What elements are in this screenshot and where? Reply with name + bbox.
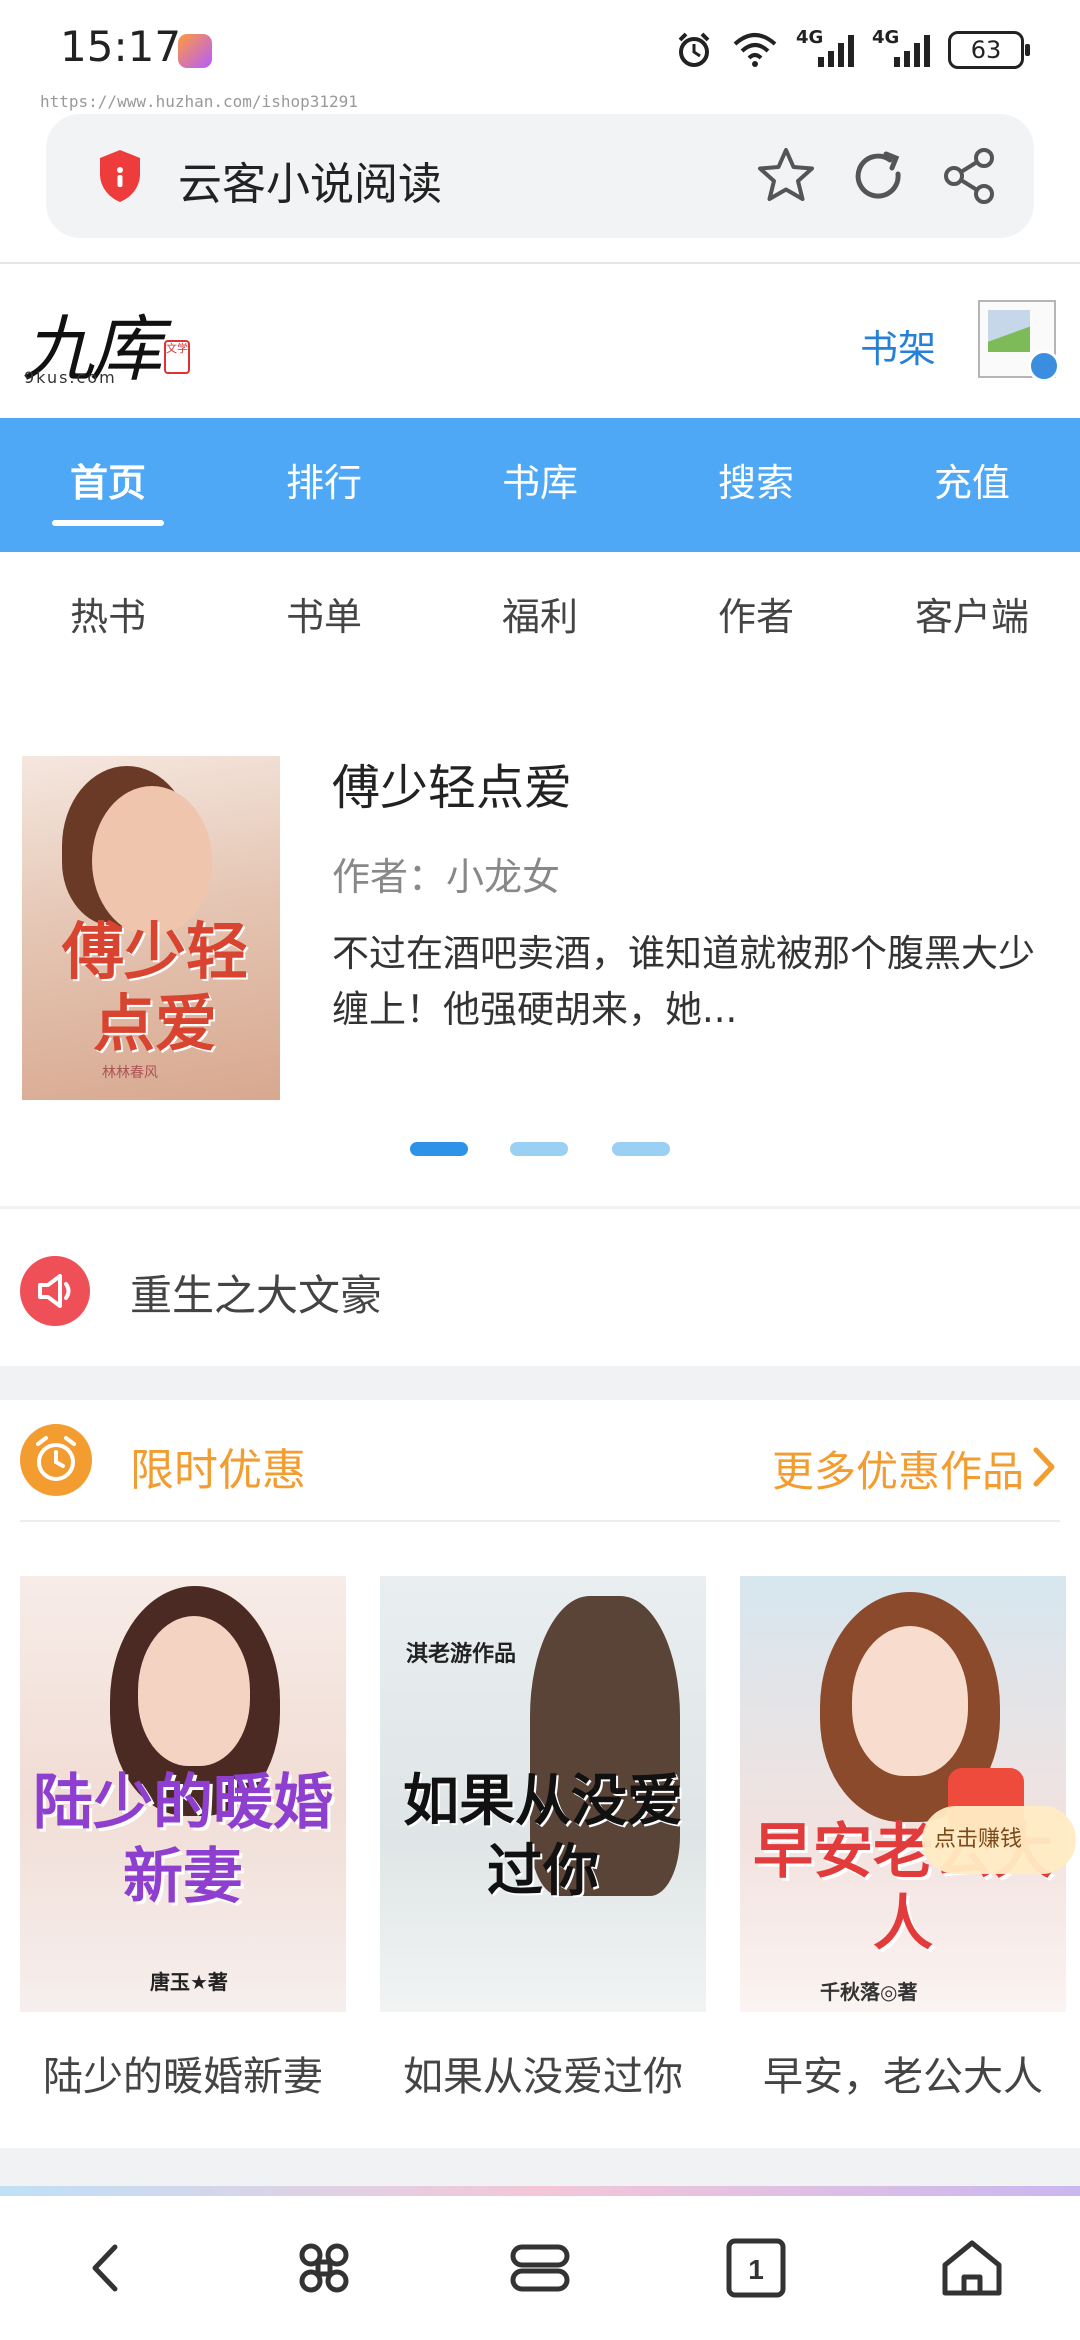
earn-money-badge[interactable]: 点击赚钱 bbox=[922, 1806, 1076, 1874]
star-icon[interactable] bbox=[754, 144, 818, 208]
chevron-right-icon[interactable] bbox=[1026, 1444, 1062, 1490]
browser-toolbar: 1 bbox=[0, 2196, 1080, 2340]
home-button[interactable] bbox=[864, 2196, 1080, 2340]
announcement-text[interactable]: 重生之大文豪 bbox=[130, 1262, 382, 1323]
cover-author: 千秋落◎著 bbox=[820, 1980, 918, 2004]
book-title[interactable]: 傅少轻点爱 bbox=[332, 748, 572, 818]
svg-text:1: 1 bbox=[748, 2254, 764, 2285]
signal-icon: 4G bbox=[872, 27, 930, 67]
back-button[interactable] bbox=[0, 2196, 216, 2340]
logo-seal: 文学 bbox=[164, 340, 190, 374]
book-title[interactable]: 如果从没爱过你 bbox=[380, 2044, 706, 2102]
bookshelf-link[interactable]: 书架 bbox=[860, 318, 936, 373]
cover-title: 傅少轻点爱 bbox=[61, 915, 248, 1060]
main-nav: 首页 排行 书库 搜索 充值 bbox=[0, 418, 1080, 552]
subnav-hot-books[interactable]: 热书 bbox=[0, 552, 216, 684]
cover-art bbox=[852, 1626, 968, 1776]
status-bar: 15:17 4G 4G 63 bbox=[0, 0, 1080, 100]
refresh-icon[interactable] bbox=[846, 144, 910, 208]
book-card[interactable]: 陆少的暖婚新妻 唐玉★著 陆少的暖婚新妻 bbox=[20, 1576, 346, 2102]
subnav-client[interactable]: 客户端 bbox=[864, 552, 1080, 684]
tab-home[interactable]: 首页 bbox=[0, 418, 216, 552]
book-title[interactable]: 陆少的暖婚新妻 bbox=[20, 2044, 346, 2102]
image-placeholder-icon bbox=[988, 310, 1030, 352]
tab-ranking[interactable]: 排行 bbox=[216, 418, 432, 552]
page-title[interactable]: 云客小说阅读 bbox=[178, 148, 442, 212]
book-cover[interactable]: 陆少的暖婚新妻 唐玉★著 bbox=[20, 1576, 346, 2012]
cover-title: 如果从没爱过你 bbox=[403, 1768, 683, 1904]
tab-count-icon[interactable]: 1 bbox=[721, 2233, 791, 2303]
divider bbox=[0, 1366, 1080, 1400]
tabs-button[interactable]: 1 bbox=[648, 2196, 864, 2340]
chevron-left-icon[interactable] bbox=[73, 2233, 143, 2303]
shield-icon[interactable] bbox=[96, 148, 144, 204]
app-notification-icon bbox=[178, 34, 212, 68]
status-icons: 4G 4G 63 bbox=[674, 24, 1030, 76]
more-promos-link[interactable]: 更多优惠作品 bbox=[772, 1438, 1024, 1499]
tab-library[interactable]: 书库 bbox=[432, 418, 648, 552]
carousel-indicator bbox=[0, 1142, 1080, 1158]
wifi-icon bbox=[733, 33, 777, 67]
book-cover[interactable]: 傅少轻点爱 林林春风 bbox=[22, 756, 280, 1100]
sub-nav: 热书 书单 福利 作者 客户端 bbox=[0, 552, 1080, 684]
command-icon[interactable] bbox=[289, 2233, 359, 2303]
carousel-dot[interactable] bbox=[410, 1142, 468, 1156]
book-title[interactable]: 早安，老公大人 bbox=[740, 2044, 1066, 2102]
home-icon[interactable] bbox=[937, 2233, 1007, 2303]
network-label: 4G bbox=[872, 27, 900, 48]
subnav-authors[interactable]: 作者 bbox=[648, 552, 864, 684]
tab-recharge[interactable]: 充值 bbox=[864, 418, 1080, 552]
signal-icon: 4G bbox=[796, 27, 854, 67]
divider bbox=[20, 1520, 1060, 1522]
logo-domain: 9kus.com bbox=[24, 368, 117, 387]
network-label: 4G bbox=[796, 27, 824, 48]
divider bbox=[0, 262, 1080, 264]
divider bbox=[0, 2148, 1080, 2186]
cover-art bbox=[138, 1616, 250, 1766]
divider bbox=[0, 1206, 1080, 1209]
subnav-booklists[interactable]: 书单 bbox=[216, 552, 432, 684]
speaker-icon bbox=[20, 1256, 90, 1326]
site-logo[interactable]: 九库 9kus.com 文学 bbox=[22, 290, 202, 391]
avatar[interactable] bbox=[978, 300, 1060, 382]
promo-header: 限时优惠 更多优惠作品 bbox=[0, 1400, 1080, 1520]
share-icon[interactable] bbox=[938, 144, 1002, 208]
book-card[interactable]: 淇老游作品 如果从没爱过你 如果从没爱过你 bbox=[380, 1576, 706, 2102]
carousel-dot[interactable] bbox=[612, 1142, 670, 1156]
book-author: 作者：小龙女 bbox=[332, 855, 561, 899]
book-cover[interactable]: 淇老游作品 如果从没爱过你 bbox=[380, 1576, 706, 2012]
status-time: 15:17 bbox=[60, 22, 182, 71]
battery-icon: 63 bbox=[948, 31, 1030, 69]
alarm-clock-icon bbox=[20, 1424, 92, 1496]
book-description: 不过在酒吧卖酒，谁知道就被那个腹黑大少缠上！他强硬胡来，她... bbox=[332, 932, 1035, 1031]
section-title: 限时优惠 bbox=[130, 1445, 306, 1496]
subnav-welfare[interactable]: 福利 bbox=[432, 552, 648, 684]
cover-art bbox=[92, 786, 212, 936]
carousel-dot[interactable] bbox=[510, 1142, 568, 1156]
announcement-bar[interactable]: 重生之大文豪 bbox=[0, 1212, 1080, 1360]
menu-icon[interactable] bbox=[505, 2233, 575, 2303]
address-bar[interactable]: 云客小说阅读 bbox=[46, 114, 1034, 238]
url-hint: https://www.huzhan.com/ishop31291 bbox=[40, 92, 358, 111]
cover-title: 陆少的暖婚新妻 bbox=[33, 1768, 333, 1912]
command-button[interactable] bbox=[216, 2196, 432, 2340]
menu-button[interactable] bbox=[432, 2196, 648, 2340]
cover-author: 林林春风 bbox=[102, 1065, 158, 1081]
alarm-icon bbox=[678, 32, 710, 67]
cover-author: 唐玉★著 bbox=[150, 1970, 228, 1994]
cover-author: 淇老游作品 bbox=[406, 1642, 517, 1667]
featured-book[interactable]: 傅少轻点爱 林林春风 傅少轻点爱 作者：小龙女 不过在酒吧卖酒，谁知道就被那个腹… bbox=[0, 738, 1080, 1118]
user-badge-icon bbox=[1028, 350, 1060, 382]
tab-search[interactable]: 搜索 bbox=[648, 418, 864, 552]
